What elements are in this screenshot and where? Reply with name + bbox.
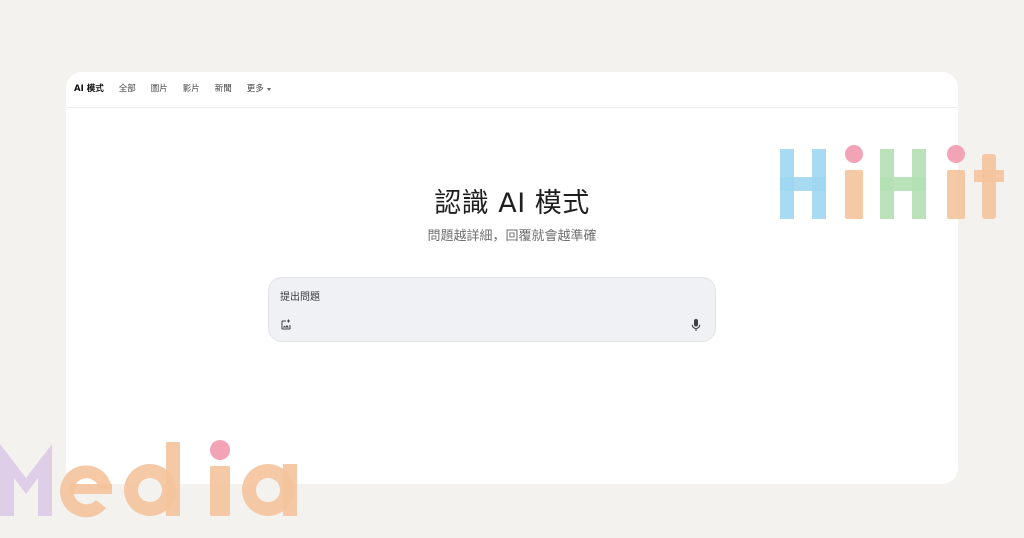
tab-all[interactable]: 全部 [119,85,136,94]
tab-more[interactable]: 更多 [247,85,271,94]
microphone-icon[interactable] [690,318,702,332]
hihit-watermark [780,145,1004,219]
tab-more-label: 更多 [246,84,264,95]
ai-mode-window: AI 模式 全部 圖片 影片 新聞 更多 認識 AI 模式 問題越詳細，回覆就會… [66,72,958,484]
ai-prompt-input[interactable] [280,288,660,306]
page-subtitle: 問題越詳細，回覆就會越準確 [427,229,597,244]
caret-down-icon [266,88,271,91]
add-image-icon[interactable] [280,319,292,331]
ai-prompt-box [268,277,716,342]
tab-images[interactable]: 圖片 [151,85,168,94]
tab-ai-mode[interactable]: AI 模式 [74,85,104,94]
search-tabs: AI 模式 全部 圖片 影片 新聞 更多 [66,72,958,108]
tab-videos[interactable]: 影片 [183,85,200,94]
tab-news[interactable]: 新聞 [215,85,232,94]
page: AI 模式 全部 圖片 影片 新聞 更多 認識 AI 模式 問題越詳細，回覆就會… [0,0,1024,538]
media-watermark [0,440,297,518]
